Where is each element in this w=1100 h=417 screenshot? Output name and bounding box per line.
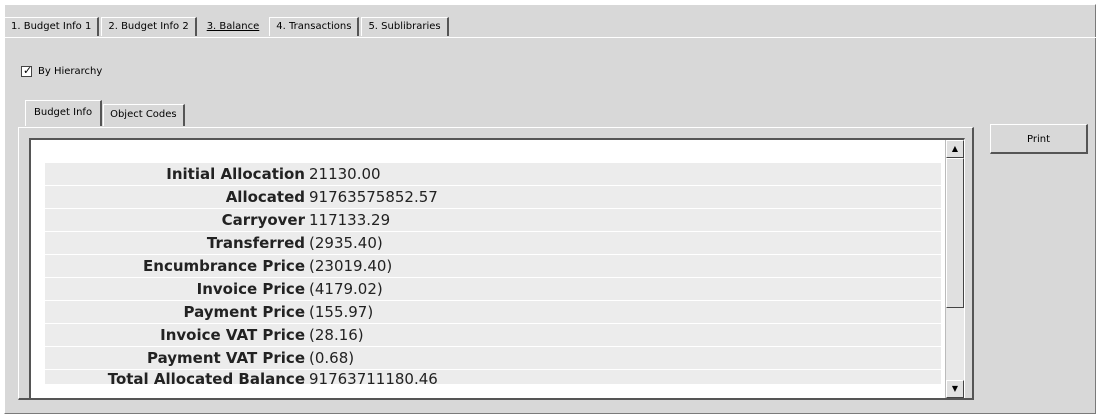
balance-row: Transferred (2935.40) [45, 232, 941, 255]
row-label: Total Allocated Balance [107, 370, 305, 385]
balance-row: Encumbrance Price (23019.40) [45, 255, 941, 278]
scrollbar-thumb[interactable] [946, 158, 964, 308]
subtab-budget-info[interactable]: Budget Info [25, 100, 103, 126]
budget-info-panel: Initial Allocation 21130.00 Allocated 91… [18, 127, 974, 400]
balance-row: Total Allocated Balance 91763711180.46 [45, 370, 941, 385]
tab-transactions[interactable]: 4. Transactions [269, 17, 360, 36]
balance-row: Allocated 91763575852.57 [45, 186, 941, 209]
scroll-down-arrow-icon[interactable]: ▼ [946, 380, 964, 398]
row-value: (23019.40) [309, 257, 393, 275]
balance-row: Initial Allocation 21130.00 [45, 163, 941, 186]
by-hierarchy-checkbox[interactable]: ✓ [21, 64, 33, 77]
checkmark-icon: ✓ [23, 64, 33, 77]
row-label: Invoice VAT Price [160, 326, 305, 344]
row-label: Payment VAT Price [147, 349, 305, 367]
row-value: (155.97) [309, 303, 374, 321]
main-tabstrip: 1. Budget Info 1 2. Budget Info 2 3. Bal… [4, 14, 451, 36]
row-value: (4179.02) [309, 280, 383, 298]
print-button[interactable]: Print [990, 124, 1088, 154]
row-label: Allocated [225, 188, 305, 206]
tab-sublibraries[interactable]: 5. Sublibraries [361, 17, 449, 36]
balance-row: Carryover 117133.29 [45, 209, 941, 232]
tab-balance[interactable]: 3. Balance [199, 16, 268, 36]
tabstrip-divider [4, 37, 1096, 38]
by-hierarchy-label: By Hierarchy [38, 66, 103, 77]
row-label: Encumbrance Price [143, 257, 305, 275]
balance-row: Invoice VAT Price (28.16) [45, 324, 941, 347]
row-label: Invoice Price [196, 280, 305, 298]
row-label: Transferred [206, 234, 305, 252]
tab-budget-info-2[interactable]: 2. Budget Info 2 [101, 17, 197, 36]
row-value: (2935.40) [309, 234, 383, 252]
balance-subtabs: Budget Info Object Codes [25, 100, 186, 126]
row-value: 91763575852.57 [309, 188, 438, 206]
scroll-up-arrow-icon[interactable]: ▲ [946, 140, 964, 158]
balance-row: Payment Price (155.97) [45, 301, 941, 324]
balance-row: Invoice Price (4179.02) [45, 278, 941, 301]
row-value: (28.16) [309, 326, 364, 344]
row-label: Carryover [221, 211, 305, 229]
subtab-object-codes[interactable]: Object Codes [103, 104, 185, 126]
row-value: 91763711180.46 [309, 370, 438, 385]
row-label: Initial Allocation [166, 165, 305, 183]
balance-rows: Initial Allocation 21130.00 Allocated 91… [45, 163, 941, 385]
row-label: Payment Price [183, 303, 305, 321]
by-hierarchy-option[interactable]: ✓ By Hierarchy [21, 64, 103, 77]
balance-row: Payment VAT Price (0.68) [45, 347, 941, 370]
row-value: 117133.29 [309, 211, 391, 229]
row-value: 21130.00 [309, 165, 381, 183]
vertical-scrollbar[interactable]: ▲ ▼ [945, 140, 964, 398]
balance-list[interactable]: Initial Allocation 21130.00 Allocated 91… [29, 138, 965, 398]
row-value: (0.68) [309, 349, 355, 367]
tab-budget-info-1[interactable]: 1. Budget Info 1 [4, 17, 100, 36]
